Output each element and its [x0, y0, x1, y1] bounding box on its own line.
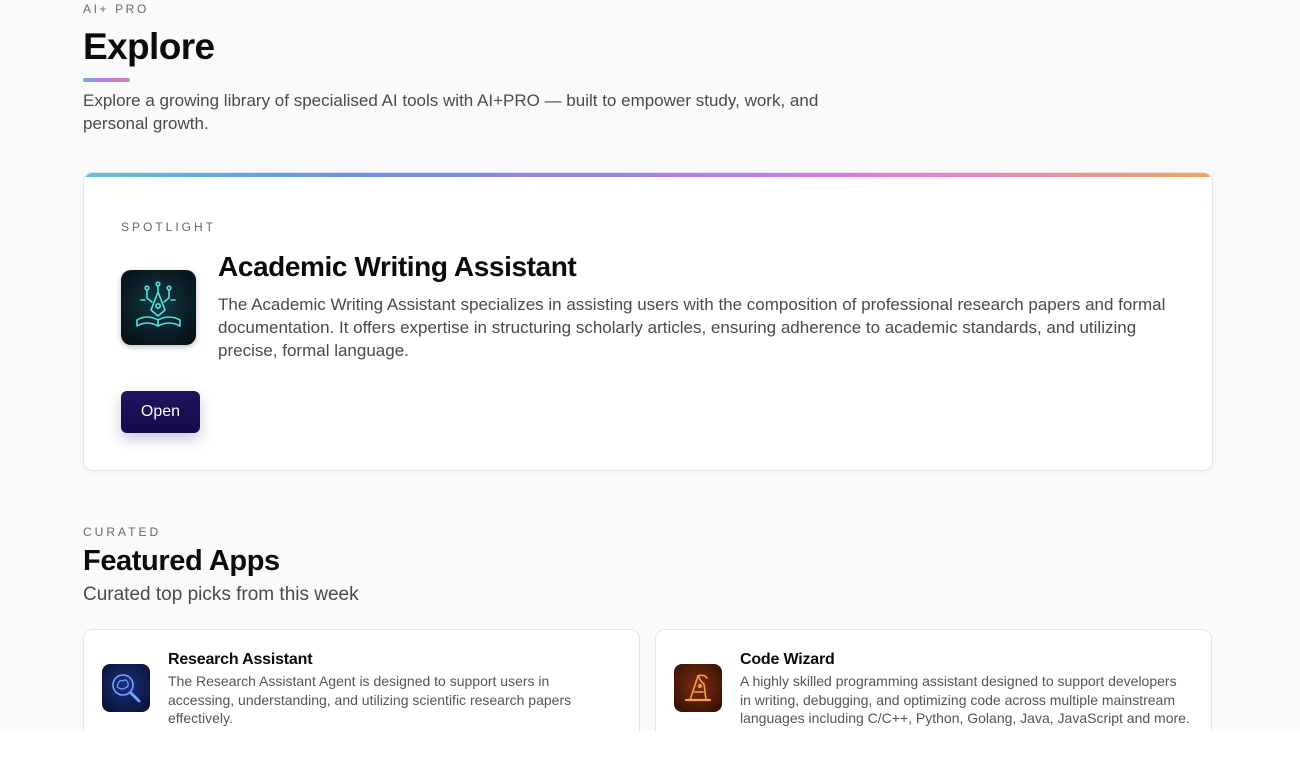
page-description: Explore a growing library of specialised…	[83, 91, 819, 133]
spotlight-eyebrow: SPOTLIGHT	[121, 220, 217, 234]
app-description: The Research Assistant Agent is designed…	[168, 673, 572, 726]
title-underline	[83, 78, 130, 82]
book-pen-circuit-icon	[121, 270, 196, 345]
app-name: Research Assistant	[168, 651, 313, 668]
spotlight-title: Academic Writing Assistant	[218, 251, 577, 282]
spotlight-gradient-bar	[84, 173, 1212, 177]
spotlight-description: The Academic Writing Assistant specializ…	[218, 295, 1166, 360]
hero-eyebrow: AI+ PRO	[83, 2, 149, 16]
featured-subtitle: Curated top picks from this week	[83, 584, 359, 605]
spotlight-card: SPOTLIGHT Academic Writing Assistant The…	[83, 172, 1213, 471]
app-description: A highly skilled programming assistant d…	[740, 673, 1190, 726]
app-name: Code Wizard	[740, 651, 835, 668]
open-button[interactable]: Open	[121, 391, 200, 433]
featured-title: Featured Apps	[83, 545, 280, 577]
page-title: Explore	[83, 26, 215, 67]
wizard-hat-icon	[674, 664, 722, 712]
magnifier-brain-icon	[102, 664, 150, 712]
viewport-bottom-edge	[0, 731, 1300, 770]
featured-eyebrow: CURATED	[83, 525, 162, 539]
